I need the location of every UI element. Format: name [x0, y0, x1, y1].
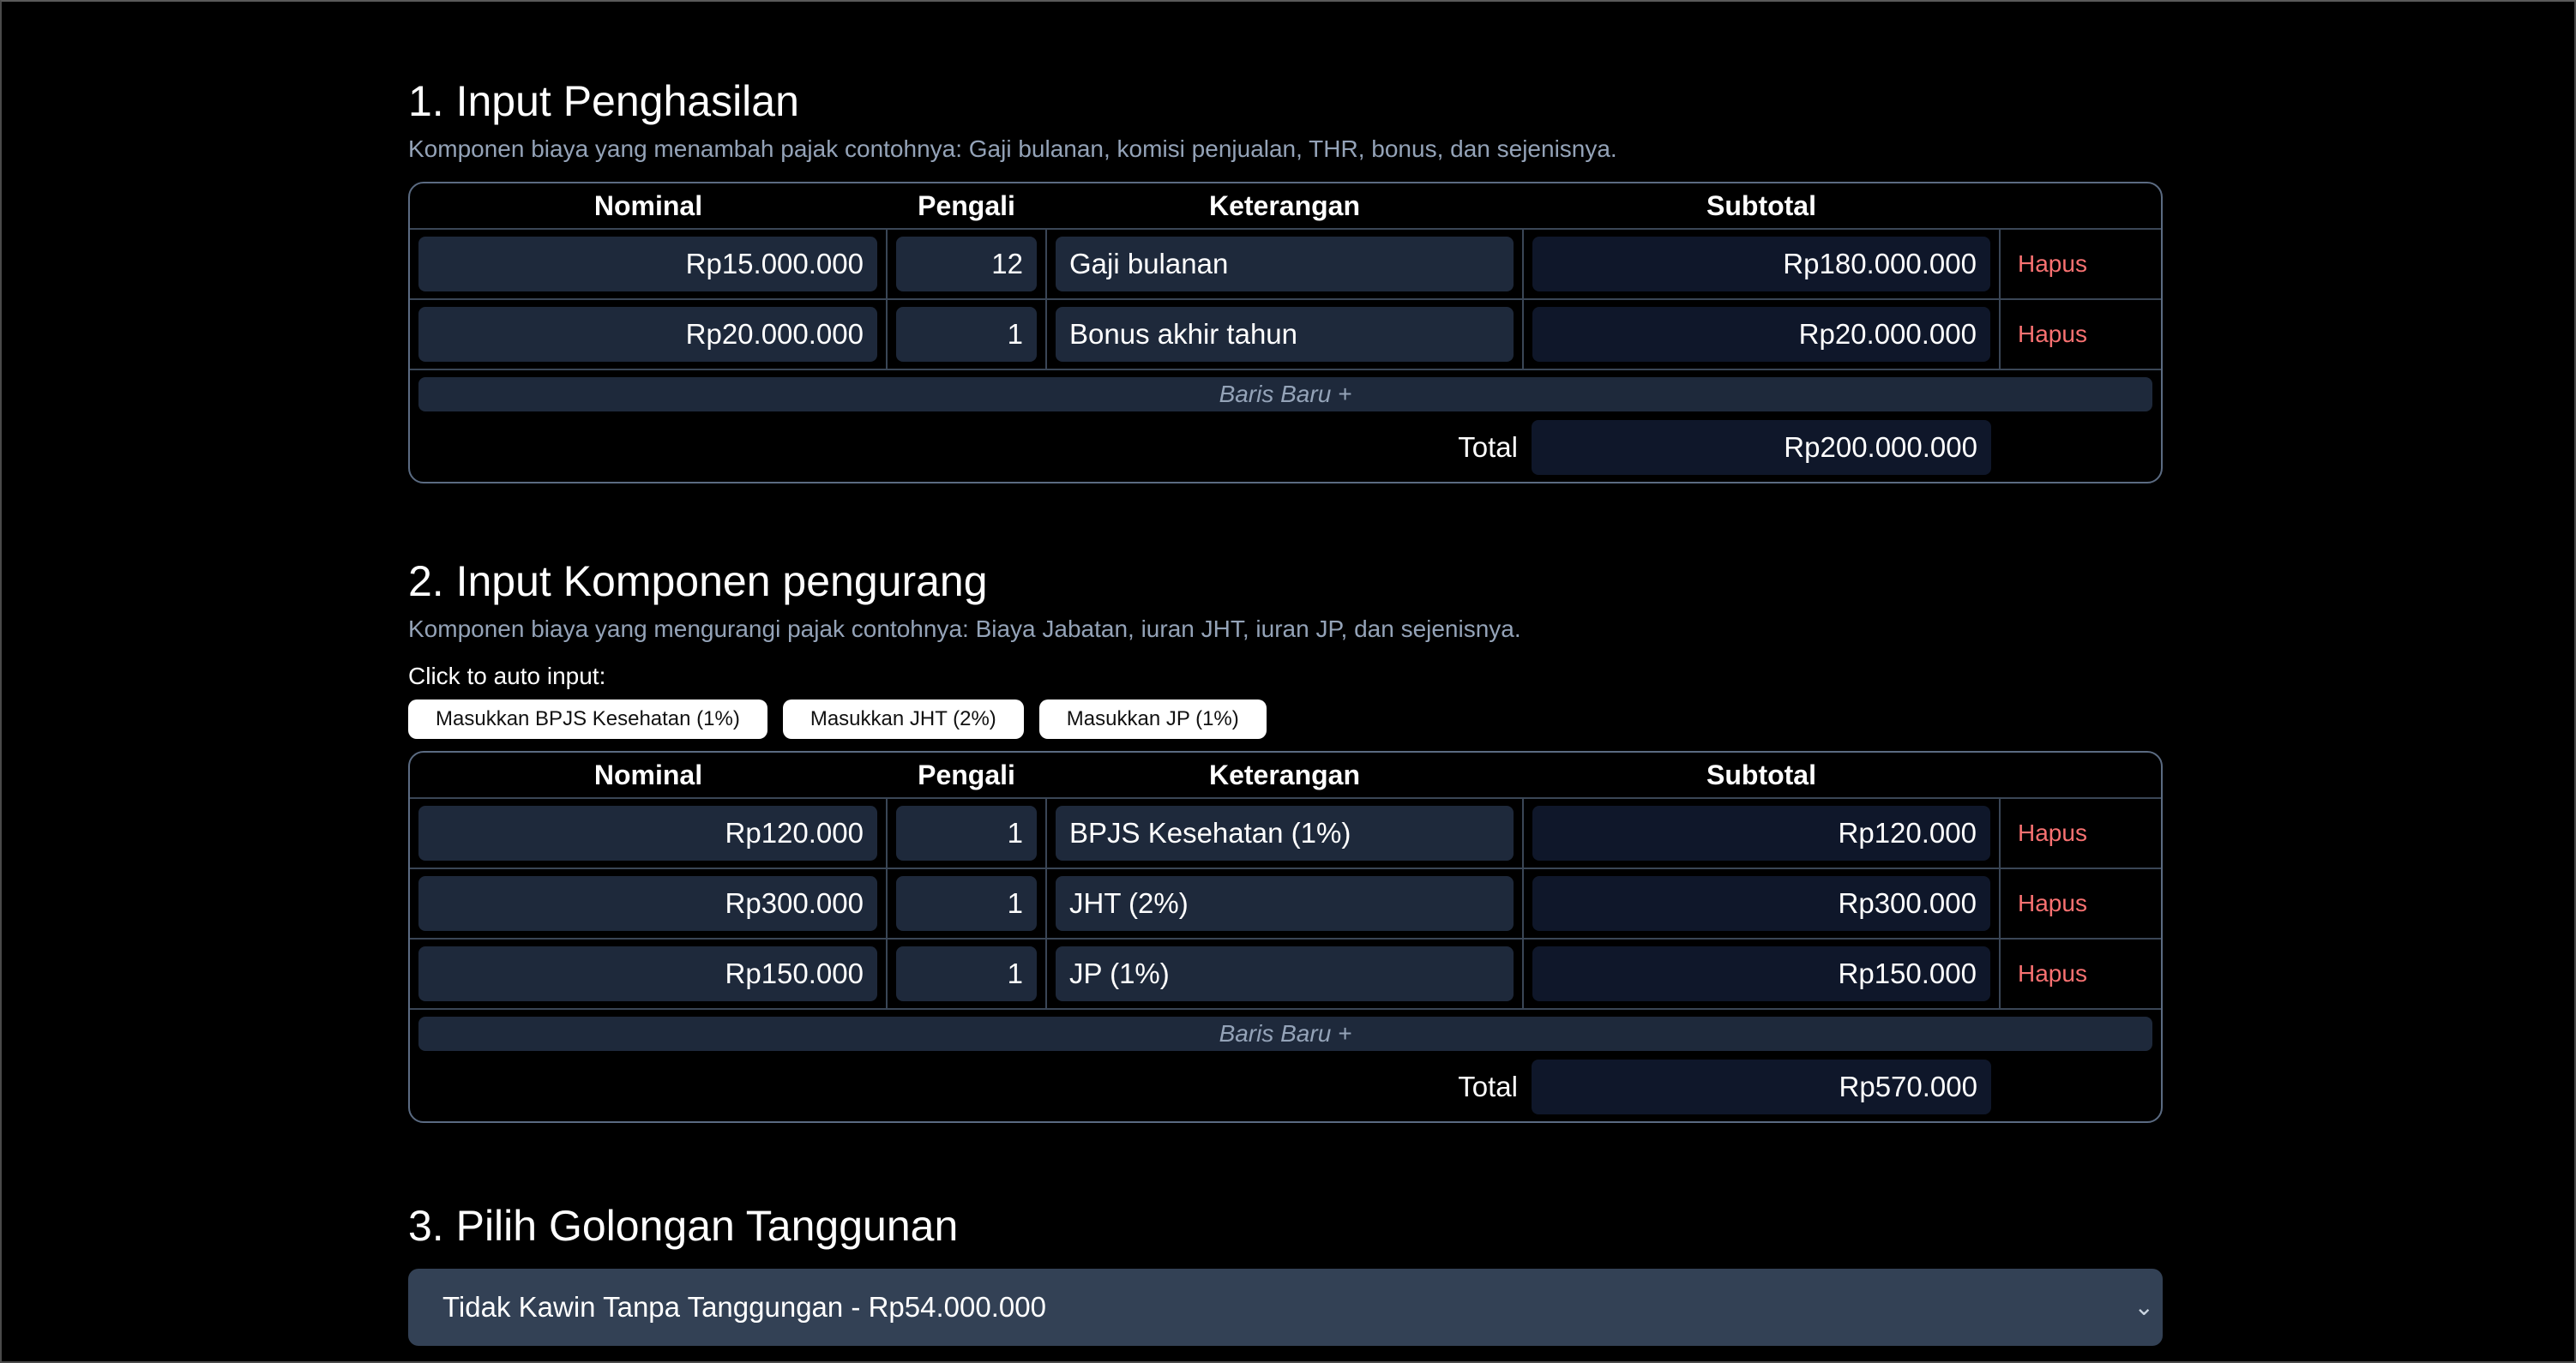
nominal-input[interactable]: Rp20.000.000 [418, 307, 877, 362]
deduction-table: Nominal Pengali Keterangan Subtotal Rp12… [410, 753, 2161, 1121]
pengali-input[interactable]: 1 [896, 307, 1037, 362]
income-table-card: Nominal Pengali Keterangan Subtotal Rp15… [408, 182, 2163, 483]
chevron-down-icon: ⌄ [2134, 1294, 2154, 1320]
nominal-input[interactable]: Rp150.000 [418, 946, 877, 1001]
income-section: 1. Input Penghasilan Komponen biaya yang… [408, 75, 2163, 483]
income-description: Komponen biaya yang menambah pajak conto… [408, 135, 1617, 162]
keterangan-input[interactable]: JHT (2%) [1056, 876, 1514, 931]
nominal-input[interactable]: Rp120.000 [418, 806, 877, 861]
new-row-container: Baris Baru + [410, 369, 2161, 417]
col-action [2000, 753, 2161, 798]
subtotal-value: Rp180.000.000 [1532, 237, 1990, 291]
col-subtotal: Subtotal [1706, 759, 1816, 790]
col-action [2000, 183, 2161, 229]
subtotal-value: Rp120.000 [1532, 806, 1990, 861]
dependents-selected-value: Tidak Kawin Tanpa Tanggungan - Rp54.000.… [442, 1291, 1046, 1323]
auto-jp-button[interactable]: Masukkan JP (1%) [1038, 700, 1267, 739]
total-row: Total Rp200.000.000 [410, 417, 2161, 482]
keterangan-input[interactable]: JP (1%) [1056, 946, 1514, 1001]
keterangan-input[interactable]: Gaji bulanan [1056, 237, 1514, 291]
add-row-button[interactable]: Baris Baru + [418, 377, 2152, 411]
col-nominal: Nominal [593, 189, 703, 221]
table-row: Rp150.000 1 JP (1%) Rp150.000 Hapus [410, 938, 2161, 1009]
col-pengali: Pengali [918, 189, 1015, 221]
nominal-input[interactable]: Rp15.000.000 [418, 237, 877, 291]
total-value: Rp570.000 [1532, 1060, 1991, 1114]
pengali-input[interactable]: 1 [896, 946, 1037, 1001]
nominal-input[interactable]: Rp300.000 [418, 876, 877, 931]
subtotal-value: Rp300.000 [1532, 876, 1990, 931]
pengali-input[interactable]: 1 [896, 876, 1037, 931]
col-keterangan: Keterangan [1208, 759, 1361, 790]
col-nominal: Nominal [593, 759, 703, 790]
pengali-input[interactable]: 12 [896, 237, 1037, 291]
table-row: Rp20.000.000 1 Bonus akhir tahun Rp20.00… [410, 298, 2161, 369]
keterangan-input[interactable]: Bonus akhir tahun [1056, 307, 1514, 362]
auto-input-label: Click to auto input: [408, 663, 606, 689]
delete-row-button[interactable]: Hapus [2009, 960, 2087, 987]
pengali-input[interactable]: 1 [896, 806, 1037, 861]
table-row: Rp15.000.000 12 Gaji bulanan Rp180.000.0… [410, 228, 2161, 299]
delete-row-button[interactable]: Hapus [2009, 890, 2087, 916]
dependents-select[interactable]: Tidak Kawin Tanpa Tanggungan - Rp54.000.… [408, 1269, 2163, 1346]
add-row-button[interactable]: Baris Baru + [418, 1017, 2152, 1051]
keterangan-input[interactable]: BPJS Kesehatan (1%) [1056, 806, 1514, 861]
delete-row-button[interactable]: Hapus [2009, 321, 2087, 347]
income-header-row: Nominal Pengali Keterangan Subtotal [410, 183, 2161, 229]
subtotal-value: Rp150.000 [1532, 946, 1990, 1001]
deduction-description: Komponen biaya yang mengurangi pajak con… [408, 615, 1521, 642]
col-pengali: Pengali [918, 759, 1015, 790]
total-label: Total [1458, 1071, 1518, 1102]
col-subtotal: Subtotal [1706, 189, 1816, 221]
total-label: Total [1458, 431, 1518, 463]
dependents-section: 3. Pilih Golongan Tanggunan [408, 1200, 2163, 1252]
deduction-table-card: Nominal Pengali Keterangan Subtotal Rp12… [408, 751, 2163, 1123]
income-title: 1. Input Penghasilan [408, 77, 799, 125]
new-row-container: Baris Baru + [410, 1008, 2161, 1056]
table-row: Rp300.000 1 JHT (2%) Rp300.000 Hapus [410, 868, 2161, 939]
auto-jht-button[interactable]: Masukkan JHT (2%) [782, 700, 1024, 739]
subtotal-value: Rp20.000.000 [1532, 307, 1990, 362]
col-keterangan: Keterangan [1208, 189, 1361, 221]
total-value: Rp200.000.000 [1532, 420, 1991, 475]
delete-row-button[interactable]: Hapus [2009, 820, 2087, 846]
income-table: Nominal Pengali Keterangan Subtotal Rp15… [410, 183, 2161, 482]
auto-input-buttons: Masukkan BPJS Kesehatan (1%) Masukkan JH… [408, 700, 2163, 739]
total-row: Total Rp570.000 [410, 1056, 2161, 1121]
deduction-section: 2. Input Komponen pengurang Komponen bia… [408, 555, 2163, 1123]
delete-row-button[interactable]: Hapus [2009, 250, 2087, 277]
deduction-header-row: Nominal Pengali Keterangan Subtotal [410, 753, 2161, 798]
auto-bpjs-button[interactable]: Masukkan BPJS Kesehatan (1%) [408, 700, 767, 739]
table-row: Rp120.000 1 BPJS Kesehatan (1%) Rp120.00… [410, 797, 2161, 868]
deduction-title: 2. Input Komponen pengurang [408, 557, 988, 605]
dependents-title: 3. Pilih Golongan Tanggunan [408, 1202, 959, 1250]
